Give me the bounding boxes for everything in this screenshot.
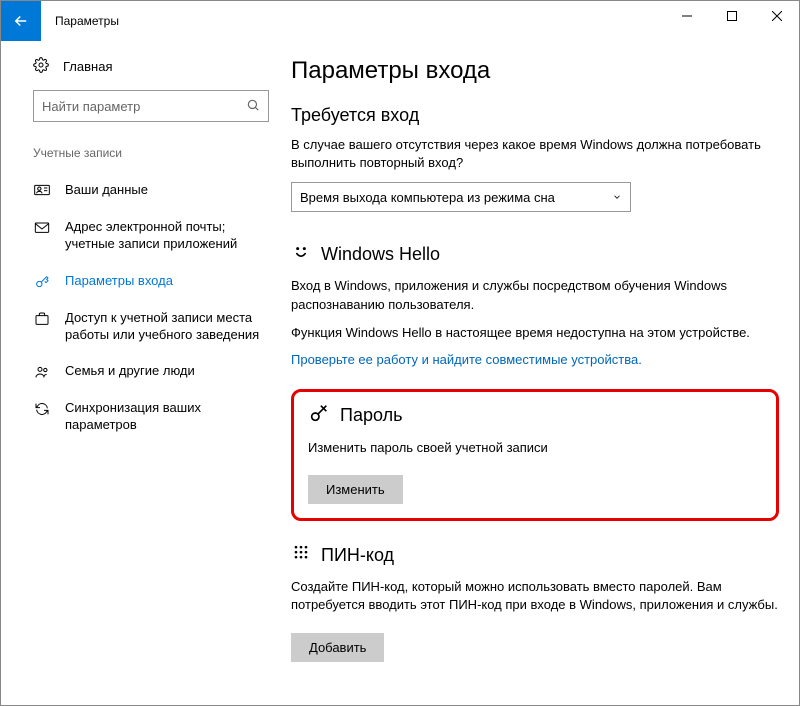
- require-signin-desc: В случае вашего отсутствия через какое в…: [291, 136, 779, 172]
- sync-icon: [33, 401, 51, 417]
- key-icon: [308, 402, 330, 429]
- home-label: Главная: [63, 59, 112, 74]
- people-icon: [33, 364, 51, 380]
- password-title: Пароль: [340, 405, 402, 426]
- hello-desc1: Вход в Windows, приложения и службы поср…: [291, 277, 779, 313]
- hello-desc2: Функция Windows Hello в настоящее время …: [291, 324, 779, 342]
- home-button[interactable]: Главная: [33, 57, 269, 76]
- chevron-down-icon: [612, 190, 622, 205]
- nav-label: Доступ к учетной записи места работы или…: [65, 310, 269, 344]
- window-controls: [664, 1, 799, 31]
- titlebar: Параметры: [1, 1, 799, 41]
- mail-icon: [33, 220, 51, 234]
- sidebar-item-work-access[interactable]: Доступ к учетной записи места работы или…: [33, 300, 269, 354]
- sidebar-item-family[interactable]: Семья и другие люди: [33, 353, 269, 390]
- briefcase-icon: [33, 311, 51, 327]
- hello-title: Windows Hello: [321, 244, 440, 265]
- nav-label: Ваши данные: [65, 182, 148, 199]
- pin-title: ПИН-код: [321, 545, 394, 566]
- sidebar-item-email[interactable]: Адрес электронной почты; учетные записи …: [33, 209, 269, 263]
- sidebar-item-sync[interactable]: Синхронизация ваших параметров: [33, 390, 269, 444]
- dropdown-selected: Время выхода компьютера из режима сна: [300, 190, 555, 205]
- add-pin-button[interactable]: Добавить: [291, 633, 384, 662]
- gear-icon: [33, 57, 49, 76]
- minimize-button[interactable]: [664, 1, 709, 31]
- hello-section: Windows Hello Вход в Windows, приложения…: [291, 242, 779, 367]
- person-card-icon: [33, 183, 51, 197]
- search-icon: [246, 98, 260, 115]
- require-signin-title: Требуется вход: [291, 105, 779, 126]
- key-icon: [33, 274, 51, 290]
- arrow-left-icon: [12, 12, 30, 30]
- sidebar-item-your-info[interactable]: Ваши данные: [33, 172, 269, 209]
- password-section-highlight: Пароль Изменить пароль своей учетной зап…: [291, 389, 779, 521]
- pin-section: ПИН-код Создайте ПИН-код, который можно …: [291, 543, 779, 661]
- nav-label: Семья и другие люди: [65, 363, 195, 380]
- category-label: Учетные записи: [33, 146, 269, 160]
- smile-icon: [291, 242, 311, 267]
- page-title: Параметры входа: [291, 57, 779, 85]
- close-icon: [772, 11, 782, 21]
- close-button[interactable]: [754, 1, 799, 31]
- maximize-icon: [727, 11, 737, 21]
- back-button[interactable]: [1, 1, 41, 41]
- minimize-icon: [682, 11, 692, 21]
- change-password-button[interactable]: Изменить: [308, 475, 403, 504]
- pin-pad-icon: [291, 543, 311, 568]
- window-title: Параметры: [55, 14, 119, 28]
- search-box[interactable]: [33, 90, 269, 122]
- sidebar-item-signin-options[interactable]: Параметры входа: [33, 263, 269, 300]
- nav-label: Параметры входа: [65, 273, 173, 290]
- maximize-button[interactable]: [709, 1, 754, 31]
- nav-label: Адрес электронной почты; учетные записи …: [65, 219, 269, 253]
- require-signin-dropdown[interactable]: Время выхода компьютера из режима сна: [291, 182, 631, 212]
- hello-link[interactable]: Проверьте ее работу и найдите совместимы…: [291, 352, 779, 367]
- sidebar: Главная Учетные записи Ваши данные Адрес…: [1, 41, 281, 705]
- pin-desc: Создайте ПИН-код, который можно использо…: [291, 578, 779, 614]
- main-content: Параметры входа Требуется вход В случае …: [281, 41, 799, 705]
- search-input[interactable]: [42, 99, 246, 114]
- password-desc: Изменить пароль своей учетной записи: [308, 439, 762, 457]
- nav-label: Синхронизация ваших параметров: [65, 400, 269, 434]
